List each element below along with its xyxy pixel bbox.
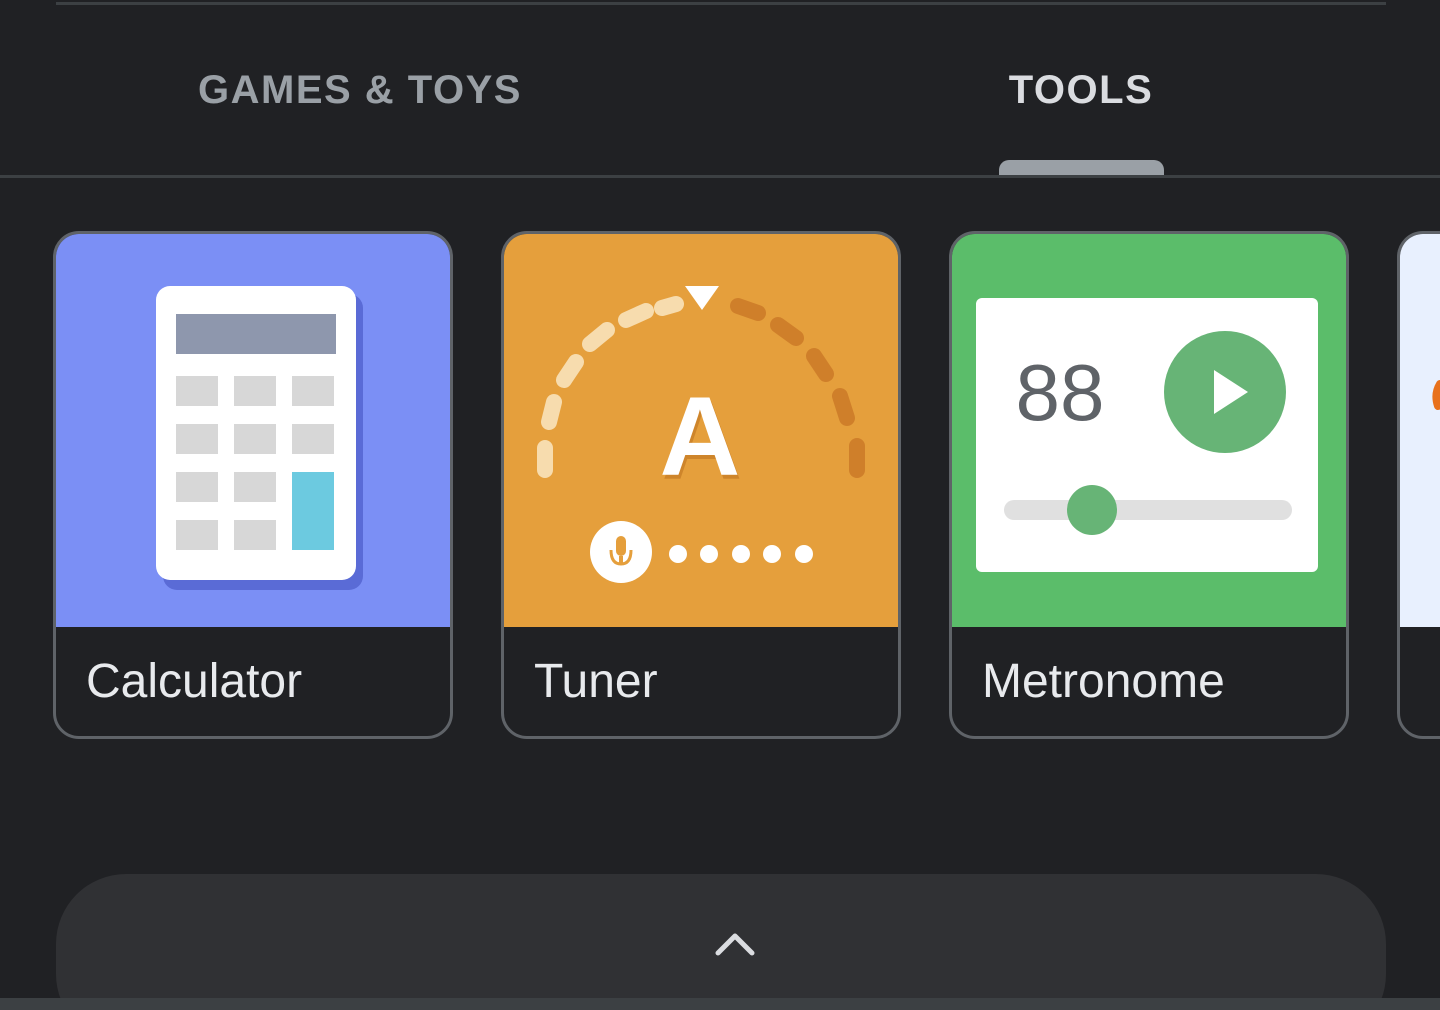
bottom-edge-strip (0, 998, 1440, 1010)
tuner-label: Tuner (534, 655, 658, 708)
tabs-divider (0, 175, 1440, 178)
metronome-label: Metronome (982, 655, 1225, 708)
tuner-icon: A A (504, 234, 898, 627)
metronome-icon: 88 (952, 234, 1346, 627)
calculator-label: Calculator (86, 655, 303, 708)
calculator-icon (56, 234, 450, 627)
metronome-bpm: 88 (1016, 348, 1105, 437)
page: GAMES & TOYS TOOLS Calculator A A Tuner … (0, 0, 1440, 1010)
chevron-up-icon[interactable] (700, 920, 770, 970)
unknown-tool-icon (1400, 234, 1440, 627)
tuner-note: A (660, 374, 741, 499)
metronome-card[interactable]: 88 Metronome (949, 231, 1349, 739)
category-tabs: GAMES & TOYS TOOLS (0, 0, 1440, 176)
tuner-card[interactable]: A A Tuner (501, 231, 901, 739)
selected-tab-indicator (999, 160, 1164, 176)
tab-tools[interactable]: TOOLS (930, 62, 1232, 118)
partial-tool-card[interactable] (1397, 231, 1440, 739)
tab-games-and-toys[interactable]: GAMES & TOYS (160, 62, 560, 118)
calculator-card[interactable]: Calculator (53, 231, 453, 739)
